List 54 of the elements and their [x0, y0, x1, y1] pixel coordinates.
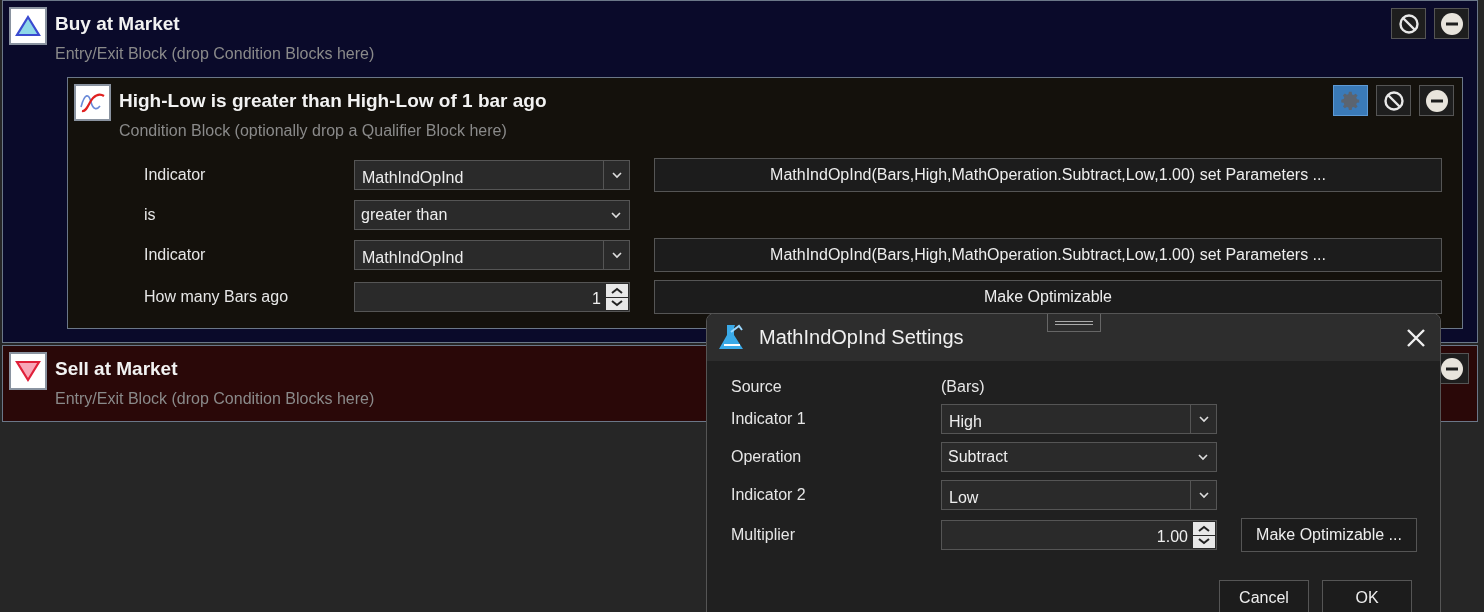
row-label: Source: [731, 378, 783, 396]
dialog-title: MathIndOpInd Settings: [759, 326, 965, 349]
remove-button[interactable]: [1434, 8, 1469, 39]
disable-button[interactable]: [1376, 85, 1411, 116]
condition-subtitle: Condition Block (optionally drop a Qualifier Block here): [119, 122, 508, 140]
make-optimizable-button[interactable]: Make Optimizable ...: [1241, 518, 1417, 552]
spin-up-icon[interactable]: [606, 284, 628, 297]
disable-button[interactable]: [1391, 8, 1426, 39]
row-label: Indicator: [144, 166, 207, 184]
disable-icon: [1382, 89, 1405, 112]
chevron-down-icon: [1198, 415, 1209, 423]
chevron-down-icon: [611, 251, 622, 259]
condition-title: High-Low is greater than High-Low of 1 bar ago: [119, 90, 548, 112]
chevron-down-icon: [1198, 453, 1208, 461]
spin-down-icon[interactable]: [606, 297, 628, 310]
triangle-up-icon: [15, 14, 41, 38]
row-label: Multiplier: [731, 526, 796, 544]
remove-button[interactable]: [1419, 85, 1454, 116]
block-subtitle: Entry/Exit Block (drop Condition Blocks here): [55, 390, 376, 408]
chevron-down-icon: [1198, 491, 1209, 499]
block-title: Sell at Market: [55, 358, 179, 380]
field-value: (Bars): [941, 378, 986, 396]
parameters-button[interactable]: MathIndOpInd(Bars,High,MathOperation.Subtract,Low,1.00) set Parameters ...: [654, 238, 1442, 272]
parameters-button[interactable]: Make Optimizable: [654, 280, 1442, 314]
parameters-button[interactable]: MathIndOpInd(Bars,High,MathOperation.Subtract,Low,1.00) set Parameters ...: [654, 158, 1442, 192]
combo-box[interactable]: MathIndOpInd: [354, 160, 630, 190]
combo-box[interactable]: Low: [941, 480, 1217, 510]
spin-up-icon[interactable]: [1193, 522, 1215, 535]
combo-box[interactable]: MathIndOpInd: [354, 240, 630, 270]
row-label: is: [144, 206, 157, 224]
drag-handle[interactable]: [1047, 314, 1101, 332]
dialog-button[interactable]: OK: [1322, 580, 1412, 612]
row-label: Operation: [731, 448, 803, 466]
row-label: Indicator 2: [731, 486, 807, 504]
dialog-button[interactable]: Cancel: [1219, 580, 1309, 612]
dropdown[interactable]: Subtract: [941, 442, 1217, 472]
remove-icon: [1424, 88, 1449, 113]
remove-icon: [1439, 11, 1464, 36]
row-label: How many Bars ago: [144, 288, 290, 306]
row-label: Indicator 1: [731, 410, 807, 428]
block-subtitle: Entry/Exit Block (drop Condition Blocks here): [55, 45, 376, 63]
chevron-down-icon: [611, 171, 622, 179]
chevron-down-icon: [611, 211, 621, 219]
block-title: Buy at Market: [55, 13, 181, 35]
combo-box[interactable]: High: [941, 404, 1217, 434]
row-label: Indicator: [144, 246, 207, 264]
dropdown[interactable]: greater than: [354, 200, 630, 230]
settings-icon: [1339, 89, 1362, 112]
triangle-down-icon: [15, 359, 41, 383]
wave-chart-icon: [78, 91, 107, 114]
number-field[interactable]: 1: [354, 282, 630, 312]
number-field[interactable]: 1.00: [941, 520, 1217, 550]
disable-icon: [1397, 12, 1420, 35]
spin-down-icon[interactable]: [1193, 535, 1215, 548]
